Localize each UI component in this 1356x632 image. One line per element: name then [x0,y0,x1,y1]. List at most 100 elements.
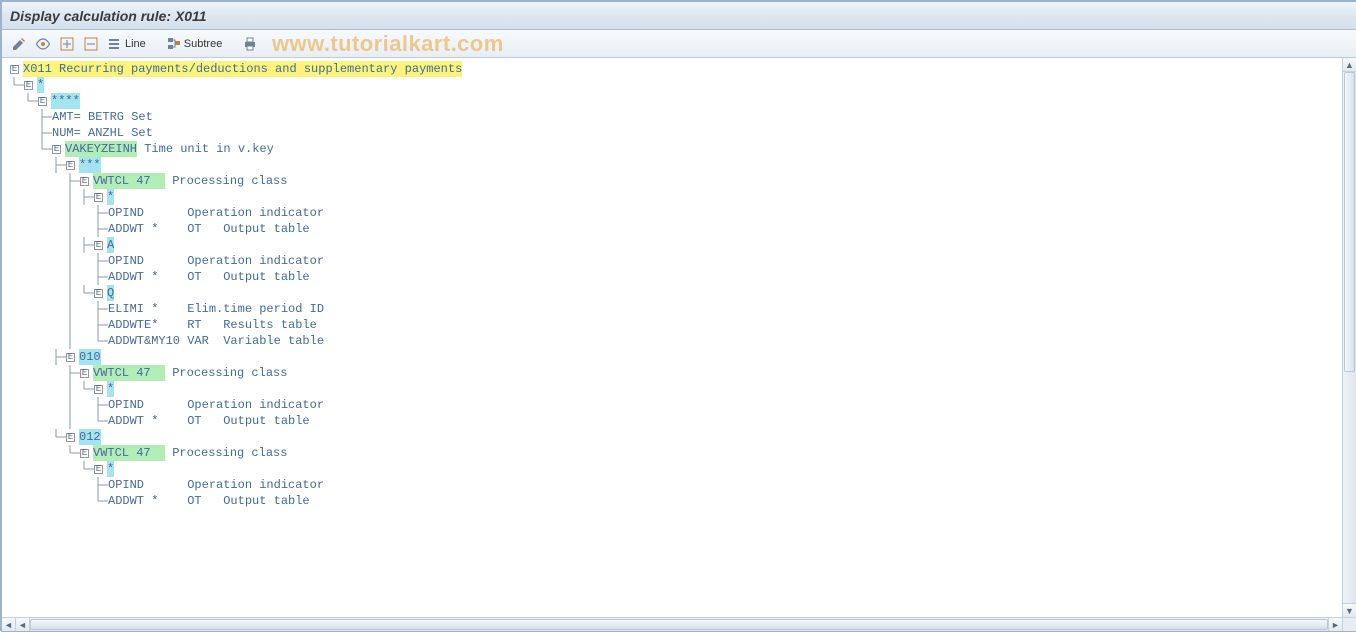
tree-node-text: ADDWT&MY10 [108,333,180,349]
tree-gutter [2,317,108,333]
tree-row: E* [2,77,1340,93]
scroll-right-icon[interactable]: ► [1328,618,1342,631]
display-icon[interactable] [32,33,54,55]
tree-row: ADDWT&MY10 VAR Variable table [2,333,1340,349]
tree-gutter [2,413,108,429]
watermark: www.tutorialkart.com [272,30,504,58]
tree-node-text: Q [107,285,114,301]
tree-node-text: VWTCL 47 [93,445,165,461]
line-button-label: Line [125,38,146,50]
tree-row: ADDWT * OT Output table [2,413,1340,429]
tree-gutter [2,397,108,413]
tree: EX011 Recurring payments/deductions and … [2,58,1342,617]
tree-node-text: Set [124,125,153,141]
subtree-button[interactable]: Subtree [163,33,226,55]
expand-marker[interactable]: E [66,433,75,442]
tree-node-text: Operation indicator [180,205,324,221]
tree-node-text: OT Output table [180,221,310,237]
tree-node-text: Processing class [165,173,287,189]
tree-gutter [2,173,80,189]
vertical-scroll-thumb[interactable] [1344,72,1355,372]
tree-node-text: OT Output table [180,269,310,285]
tree-node-text: RT Results table [180,317,317,333]
tree-row: NUM= ANZHL Set [2,125,1340,141]
tree-node-text: AMT= BETRG [52,109,124,125]
tree-row: OPIND Operation indicator [2,205,1340,221]
tree-row: ADDWT * OT Output table [2,269,1340,285]
tree-node-text: ADDWT * [108,413,180,429]
tree-gutter [2,141,52,157]
tree-node-text: Processing class [165,365,287,381]
expand-marker[interactable]: E [94,385,103,394]
expand-icon[interactable] [56,33,78,55]
tree-gutter [2,77,24,93]
horizontal-scroll-thumb[interactable] [30,619,1328,630]
vertical-scrollbar[interactable]: ▲ ▼ [1342,58,1356,617]
tree-gutter [2,189,94,205]
tree-row: ADDWT * OT Output table [2,493,1340,509]
tree-node-text: Operation indicator [180,397,324,413]
tree-gutter [2,493,108,509]
tree-row: ADDWTE* RT Results table [2,317,1340,333]
expand-marker[interactable]: E [80,369,89,378]
tree-node-text: * [37,77,44,93]
tree-node-text: VAR Variable table [180,333,324,349]
tree-row: OPIND Operation indicator [2,477,1340,493]
expand-marker[interactable]: E [66,353,75,362]
tree-node-text: ADDWT * [108,493,180,509]
expand-marker[interactable]: E [66,161,75,170]
tree-gutter [2,445,80,461]
tree-row: EA [2,237,1340,253]
tree-node-text: A [107,237,114,253]
tree-node-text: Time unit in v.key [137,141,274,157]
expand-marker[interactable]: E [94,193,103,202]
line-button[interactable]: Line [104,33,149,55]
collapse-icon[interactable] [80,33,102,55]
tree-gutter [2,365,80,381]
tree-row: E VWTCL 47 Processing class [2,365,1340,381]
tree-gutter [2,221,108,237]
tree-node-text: Operation indicator [180,253,324,269]
expand-marker[interactable]: E [94,289,103,298]
tree-row: ELIMI * Elim.time period ID [2,301,1340,317]
tree-row: OPIND Operation indicator [2,253,1340,269]
tree-node-text: Processing class [165,445,287,461]
expand-marker[interactable]: E [80,449,89,458]
expand-marker[interactable]: E [24,81,33,90]
tree-gutter [2,333,108,349]
tree-row: EX011 Recurring payments/deductions and … [2,61,1340,77]
tree-node-text: Set [124,109,153,125]
expand-marker[interactable]: E [52,145,61,154]
tree-gutter [2,93,38,109]
expand-marker[interactable]: E [80,177,89,186]
tree-node-text: OPIND [108,397,180,413]
scroll-down-icon[interactable]: ▼ [1343,603,1356,617]
tree-node-text: Elim.time period ID [180,301,324,317]
scroll-corner [1342,617,1356,631]
scroll-left2-icon[interactable]: ◄ [16,618,30,631]
subtree-button-label: Subtree [184,38,223,50]
toolbar: Line Subtree www.tutorialkart.com [2,30,1356,58]
print-icon[interactable] [239,33,261,55]
tree-node-text: VWTCL 47 [93,365,165,381]
tree-node-text: OPIND [108,477,180,493]
tree-gutter [2,461,94,477]
tree-node-text: VWTCL 47 [93,173,165,189]
scroll-up-icon[interactable]: ▲ [1343,58,1356,72]
tree-row: ADDWT * OT Output table [2,221,1340,237]
expand-marker[interactable]: E [94,465,103,474]
tree-node-text: OPIND [108,205,180,221]
expand-marker[interactable]: E [10,65,19,74]
tree-row: E**** [2,93,1340,109]
horizontal-scrollbar[interactable]: ◄ ◄ ► [2,617,1342,631]
page-title: Display calculation rule: X011 [10,8,207,24]
expand-marker[interactable]: E [94,241,103,250]
tree-node-text: OT Output table [180,493,310,509]
tree-row: EQ [2,285,1340,301]
edit-icon[interactable] [8,33,30,55]
tree-gutter [2,477,108,493]
tree-row: E* [2,461,1340,477]
expand-marker[interactable]: E [38,97,47,106]
tree-node-text: 012 [79,429,101,445]
scroll-left-icon[interactable]: ◄ [2,618,16,631]
